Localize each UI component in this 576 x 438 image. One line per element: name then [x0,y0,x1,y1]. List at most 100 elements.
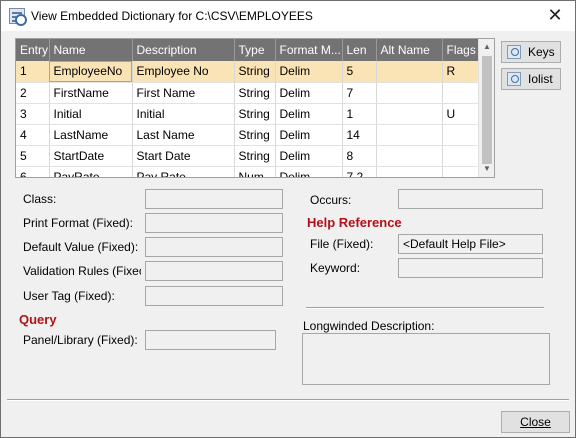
cell-alt-name [376,61,443,83]
column-header-alt-name[interactable]: Alt Name [376,39,443,61]
cell-type: String [234,124,276,146]
help-file-field[interactable]: <Default Help File> [398,234,543,254]
cell-entry: 6 [16,166,50,177]
cell-name: StartDate [49,145,133,167]
column-header-len[interactable]: Len [342,39,377,61]
grid-header-row: Entry Name Description Type Format M... … [16,39,481,61]
panel-library-field[interactable] [145,330,276,350]
cell-format: Delim [275,166,343,177]
cell-alt-name [376,166,443,177]
close-button[interactable]: Close [501,411,570,433]
occurs-field[interactable] [398,189,543,209]
cell-flags: U [442,103,481,125]
column-header-entry[interactable]: Entry [16,39,50,61]
cell-alt-name [376,82,443,104]
table-row[interactable]: 3 Initial Initial String Delim 1 U [16,103,481,125]
cell-flags [442,166,481,177]
query-section-title: Query [19,312,57,327]
cell-name: FirstName [49,82,133,104]
iolist-button[interactable]: Iolist [501,68,561,90]
cell-entry: 4 [16,124,50,146]
cell-format: Delim [275,145,343,167]
help-reference-section-title: Help Reference [307,215,402,230]
cell-description: Pay Rate [132,166,235,177]
scroll-down-icon[interactable]: ▼ [479,161,494,177]
column-header-type[interactable]: Type [234,39,276,61]
cell-description: Start Date [132,145,235,167]
cell-len: 5 [342,61,377,83]
cell-entry: 5 [16,145,50,167]
occurs-label: Occurs: [310,193,352,207]
cell-name: LastName [49,124,133,146]
scroll-up-icon[interactable]: ▲ [479,39,494,55]
table-row-selected[interactable]: 1 EmployeeNo Employee No String Delim 5 … [16,61,481,83]
cell-name: Initial [49,103,133,125]
cell-name: PayRate [49,166,133,177]
keyword-label: Keyword: [310,261,361,275]
cell-type: String [234,82,276,104]
cell-flags [442,145,481,167]
keyword-field[interactable] [398,258,543,278]
longwinded-description-field[interactable] [302,333,550,385]
cell-flags: R [442,61,481,83]
file-label: File (Fixed): [310,237,374,251]
validation-rules-label: Validation Rules (Fixec [23,264,141,278]
cell-format: Delim [275,124,343,146]
cell-len: 1 [342,103,377,125]
close-button-label: Close [520,415,551,429]
table-row[interactable]: 2 FirstName First Name String Delim 7 [16,82,481,104]
user-tag-field[interactable] [145,286,283,306]
table-row[interactable]: 4 LastName Last Name String Delim 14 [16,124,481,146]
window-close-icon[interactable]: ✕ [543,4,567,26]
validation-rules-field[interactable] [145,261,283,281]
scroll-thumb[interactable] [482,56,492,164]
column-header-format[interactable]: Format M... [275,39,343,61]
longwinded-description-label: Longwinded Description: [303,319,435,333]
window-title: View Embedded Dictionary for C:\CSV\EMPL… [31,9,313,23]
keys-button-label: Keys [528,45,555,59]
table-row[interactable]: 6 PayRate Pay Rate Num Delim 7.2 [16,166,481,177]
grid-vertical-scrollbar[interactable]: ▲ ▼ [478,39,494,177]
dictionary-grid[interactable]: Entry Name Description Type Format M... … [15,38,495,178]
cell-format: Delim [275,61,343,83]
cell-len: 14 [342,124,377,146]
iolist-icon [507,72,521,86]
table-row[interactable]: 5 StartDate Start Date String Delim 8 [16,145,481,167]
cell-type: String [234,103,276,125]
print-format-label: Print Format (Fixed): [23,216,134,230]
cell-entry: 1 [16,61,50,83]
column-header-description[interactable]: Description [132,39,235,61]
cell-len: 8 [342,145,377,167]
keys-icon [507,45,521,59]
default-value-label: Default Value (Fixed): [23,240,139,254]
dictionary-table: Entry Name Description Type Format M... … [16,39,481,177]
print-format-field[interactable] [145,213,283,233]
footer-divider [7,399,569,401]
cell-description: Employee No [132,61,235,83]
cell-alt-name [376,103,443,125]
cell-alt-name [376,124,443,146]
cell-len: 7 [342,82,377,104]
cell-type: String [234,61,276,83]
title-bar[interactable]: View Embedded Dictionary for C:\CSV\EMPL… [1,1,575,31]
cell-description: First Name [132,82,235,104]
column-header-flags[interactable]: Flags [442,39,481,61]
cell-type: String [234,145,276,167]
panel-library-label: Panel/Library (Fixed): [23,333,138,347]
dictionary-window: View Embedded Dictionary for C:\CSV\EMPL… [0,0,576,438]
cell-name: EmployeeNo [49,61,133,83]
cell-entry: 2 [16,82,50,104]
cell-flags [442,82,481,104]
cell-alt-name [376,145,443,167]
class-label: Class: [23,192,57,206]
cell-type: Num [234,166,276,177]
cell-flags [442,124,481,146]
dictionary-app-icon [9,8,27,26]
class-field[interactable] [145,189,283,209]
help-divider [306,307,544,309]
user-tag-label: User Tag (Fixed): [23,289,115,303]
column-header-name[interactable]: Name [49,39,133,61]
default-value-field[interactable] [145,237,283,257]
keys-button[interactable]: Keys [501,41,561,63]
cell-format: Delim [275,103,343,125]
